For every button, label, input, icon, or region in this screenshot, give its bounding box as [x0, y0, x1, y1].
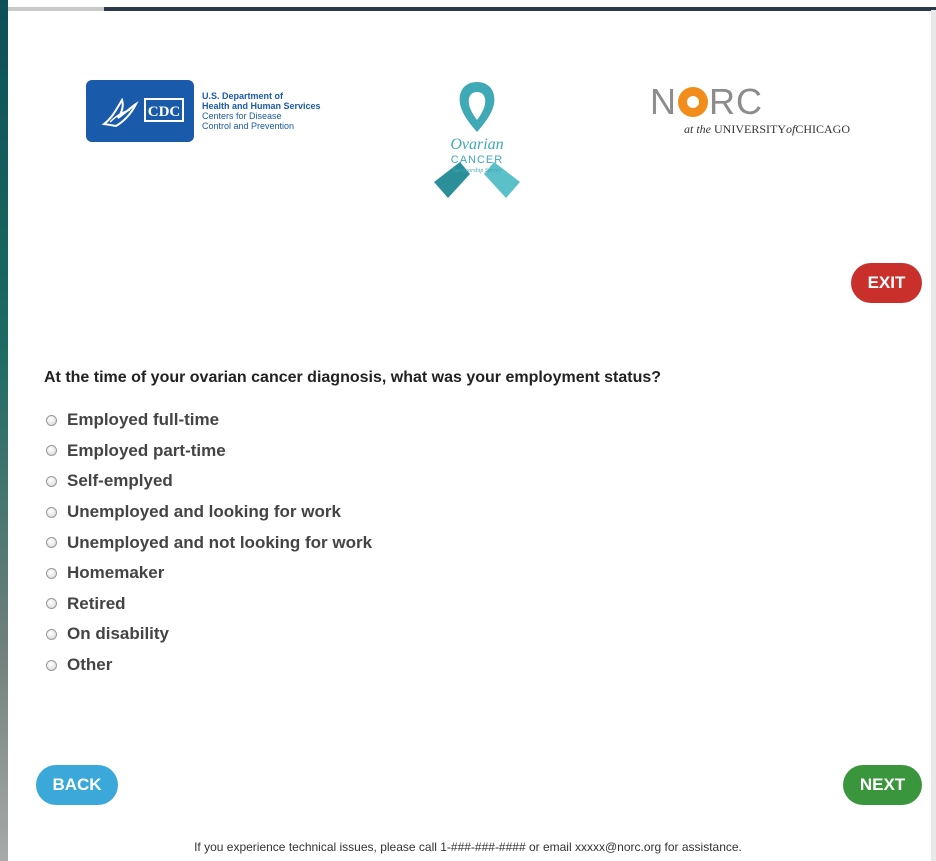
cdc-logo: CDC U.S. Department of Health and Human …: [86, 80, 321, 142]
norc-university: UNIVERSITY: [714, 122, 786, 136]
radio-button[interactable]: [46, 537, 57, 549]
option-label[interactable]: Unemployed and not looking for work: [67, 533, 372, 553]
option-label[interactable]: Retired: [67, 594, 126, 614]
window-top-border: [104, 7, 936, 11]
ovarian-cancer-ribbon-logo: Ovarian CANCER Survivorship Survey: [430, 78, 524, 202]
scrollbar-track[interactable]: [931, 10, 936, 861]
cdc-line4: Control and Prevention: [202, 121, 295, 131]
option-other[interactable]: Other: [46, 650, 372, 681]
cdc-logo-box: CDC: [86, 80, 194, 142]
norc-logo: N RC at the UNIVERSITYofCHICAGO: [650, 84, 850, 137]
ribbon-tagline: Survivorship Survey: [452, 168, 502, 174]
radio-button[interactable]: [46, 598, 57, 610]
option-retired[interactable]: Retired: [46, 589, 372, 620]
window-left-border: [0, 0, 8, 861]
option-label[interactable]: Self-emplyed: [67, 471, 173, 491]
option-on-disability[interactable]: On disability: [46, 619, 372, 650]
norc-wordmark: N RC: [650, 84, 850, 120]
norc-university-line: at the UNIVERSITYofCHICAGO: [684, 122, 850, 137]
tab-indicator: [8, 7, 104, 11]
option-employed-full-time[interactable]: Employed full-time: [46, 405, 372, 436]
next-button[interactable]: NEXT: [843, 765, 922, 805]
norc-letter-n: N: [650, 81, 677, 122]
option-label[interactable]: Employed full-time: [67, 410, 219, 430]
footer-email[interactable]: xxxxx@norc.org: [575, 840, 661, 854]
cdc-org-text: U.S. Department of Health and Human Serv…: [202, 91, 321, 131]
ribbon-title: Ovarian: [450, 136, 504, 153]
exit-button[interactable]: EXIT: [851, 263, 922, 303]
norc-sun-icon: [678, 87, 708, 117]
cdc-line3: Centers for Disease: [202, 111, 282, 121]
cdc-line2: Health and Human Services: [202, 101, 321, 111]
footer-text: If you experience technical issues, plea…: [194, 840, 575, 854]
option-unemployed-not-looking[interactable]: Unemployed and not looking for work: [46, 527, 372, 558]
question-text: At the time of your ovarian cancer diagn…: [44, 369, 662, 386]
employment-options: Employed full-time Employed part-time Se…: [46, 405, 372, 680]
radio-button[interactable]: [46, 567, 57, 579]
support-footer: If you experience technical issues, plea…: [0, 840, 936, 854]
radio-button[interactable]: [46, 628, 57, 640]
ribbon-subtitle: CANCER: [450, 154, 504, 166]
radio-button[interactable]: [46, 506, 57, 518]
norc-at-the: at the: [684, 122, 711, 136]
radio-button[interactable]: [46, 475, 57, 487]
footer-text-end: for assistance.: [661, 840, 742, 854]
option-self-employed[interactable]: Self-emplyed: [46, 466, 372, 497]
option-label[interactable]: On disability: [67, 624, 169, 644]
norc-letters-rc: RC: [709, 81, 763, 122]
norc-of: of: [786, 122, 796, 136]
option-homemaker[interactable]: Homemaker: [46, 558, 372, 589]
radio-button[interactable]: [46, 414, 57, 426]
option-label[interactable]: Other: [67, 655, 112, 675]
cdc-line1: U.S. Department of: [202, 91, 284, 101]
back-button[interactable]: BACK: [36, 765, 118, 805]
option-label[interactable]: Homemaker: [67, 563, 164, 583]
radio-button[interactable]: [46, 445, 57, 457]
option-unemployed-looking[interactable]: Unemployed and looking for work: [46, 497, 372, 528]
hhs-eagle-icon: [101, 97, 139, 128]
option-label[interactable]: Unemployed and looking for work: [67, 502, 341, 522]
option-employed-part-time[interactable]: Employed part-time: [46, 436, 372, 467]
norc-chicago: CHICAGO: [795, 122, 851, 136]
option-label[interactable]: Employed part-time: [67, 441, 226, 461]
cdc-mark: CDC: [144, 98, 184, 122]
radio-button[interactable]: [46, 659, 57, 671]
